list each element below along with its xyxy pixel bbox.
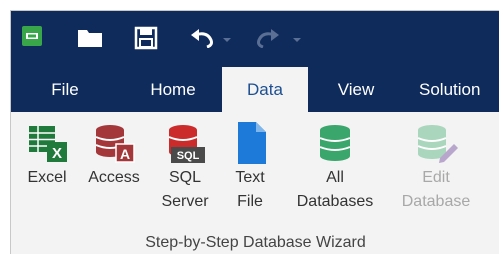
excel-icon: X (23, 120, 71, 166)
tab-home[interactable]: Home (139, 67, 207, 112)
edit-database-icon (412, 120, 460, 166)
folder-icon[interactable] (77, 28, 103, 53)
text-file-button[interactable]: Text File (223, 120, 277, 214)
edit-database-label-line2: Database (401, 193, 471, 210)
tab-view[interactable]: View (326, 67, 386, 112)
text-file-icon (226, 120, 274, 166)
all-databases-button[interactable]: All Databases (287, 120, 383, 214)
svg-text:X: X (52, 145, 62, 162)
tab-data[interactable]: Data (222, 67, 308, 112)
tab-solution[interactable]: Solution (419, 67, 499, 112)
redo-icon (255, 28, 301, 53)
excel-button[interactable]: X Excel (19, 120, 75, 190)
sql-server-button[interactable]: SQL SQL Server (155, 120, 215, 214)
sql-label-line1: SQL (168, 169, 201, 186)
edit-database-button: Edit Database (391, 120, 481, 214)
all-databases-label-line1: All (326, 169, 344, 186)
save-icon[interactable] (134, 26, 158, 55)
access-label: Access (88, 169, 140, 186)
sql-server-icon: SQL (161, 120, 209, 166)
svg-text:SQL: SQL (177, 150, 200, 162)
sql-label-line2: Server (161, 193, 209, 210)
text-file-label-line1: Text (235, 169, 265, 186)
ribbon: X Excel A Access SQL SQL Server Text Fil… (11, 112, 499, 254)
edit-database-label-line1: Edit (422, 169, 450, 186)
app-icon (21, 25, 43, 52)
undo-icon[interactable] (189, 28, 231, 53)
svg-text:A: A (120, 146, 130, 162)
group-label: Step-by-Step Database Wizard (145, 234, 366, 251)
tab-file[interactable]: File (35, 67, 95, 112)
menu-bar: File Home Data View Solution (11, 67, 499, 112)
all-databases-icon (311, 120, 359, 166)
application-window: File Home Data View Solution X Excel A A… (10, 10, 499, 254)
excel-label: Excel (27, 169, 67, 186)
access-button[interactable]: A Access (81, 120, 147, 190)
access-icon: A (90, 120, 138, 166)
all-databases-label-line2: Databases (296, 193, 374, 210)
text-file-label-line2: File (237, 193, 263, 210)
title-bar (11, 11, 499, 67)
